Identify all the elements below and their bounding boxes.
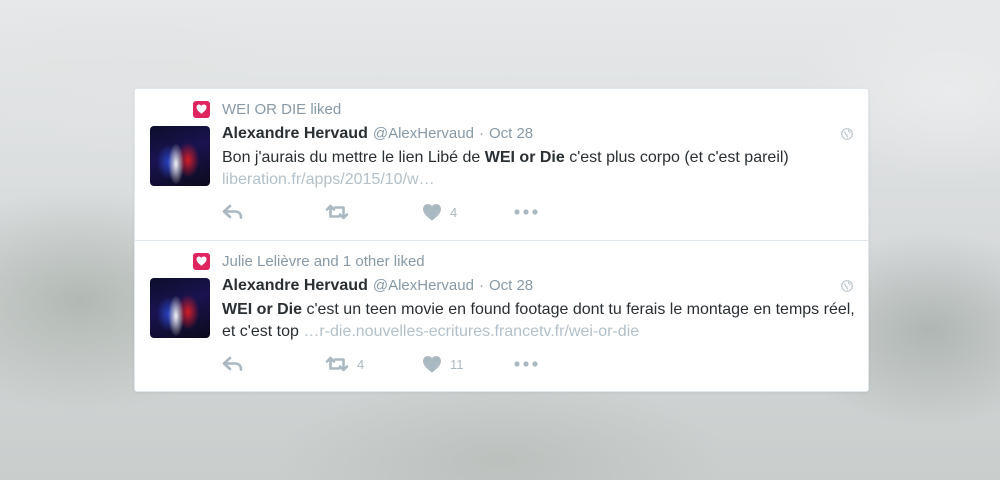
- tweet-actions: 4 11: [222, 354, 538, 374]
- tweet-date[interactable]: Oct 28: [489, 125, 533, 142]
- like-icon: [423, 355, 441, 373]
- reply-icon: [222, 356, 243, 371]
- like-count: 11: [450, 356, 464, 372]
- author-handle[interactable]: @AlexHervaud: [373, 277, 474, 294]
- avatar[interactable]: [150, 278, 210, 338]
- retweet-icon: [325, 356, 349, 372]
- tweet-actions: 4: [222, 202, 538, 222]
- avatar[interactable]: [150, 126, 210, 186]
- tweet-text-part: Bon j'aurais du mettre le lien Libé de: [222, 149, 485, 166]
- social-context: Julie Lelièvre and 1 other liked: [193, 252, 425, 270]
- more-button[interactable]: [514, 361, 538, 367]
- social-context-text[interactable]: WEI OR DIE liked: [222, 101, 341, 118]
- globe-icon: [841, 279, 853, 292]
- retweet-button[interactable]: [325, 204, 422, 220]
- tweet-item[interactable]: WEI OR DIE liked Alexandre Hervaud @Alex…: [135, 89, 868, 240]
- retweet-button[interactable]: 4: [325, 356, 422, 372]
- tweet-timeline: WEI OR DIE liked Alexandre Hervaud @Alex…: [134, 88, 869, 392]
- social-context: WEI OR DIE liked: [193, 100, 341, 118]
- retweet-count: 4: [357, 356, 365, 372]
- author-handle[interactable]: @AlexHervaud: [373, 125, 474, 142]
- tweet-date[interactable]: Oct 28: [489, 277, 533, 294]
- reply-button[interactable]: [222, 204, 325, 220]
- tweet-link[interactable]: …r-die.nouvelles-ecritures.francetv.fr/w…: [303, 323, 639, 340]
- retweet-icon: [325, 204, 349, 220]
- tweet-header: Alexandre Hervaud @AlexHervaud · Oct 28: [222, 125, 533, 145]
- globe-icon: [841, 127, 853, 140]
- like-count: 4: [450, 204, 458, 220]
- like-button[interactable]: 4: [422, 203, 514, 221]
- heart-icon: [193, 252, 210, 270]
- like-button[interactable]: 11: [422, 355, 514, 373]
- tweet-item[interactable]: Julie Lelièvre and 1 other liked Alexand…: [135, 240, 868, 391]
- separator-dot: ·: [478, 277, 484, 294]
- tweet-text: Bon j'aurais du mettre le lien Libé de W…: [222, 147, 857, 191]
- separator-dot: ·: [478, 125, 484, 142]
- author-name[interactable]: Alexandre Hervaud: [222, 125, 368, 143]
- reply-button[interactable]: [222, 356, 325, 372]
- tweet-text-bold: WEI or Die: [222, 301, 303, 318]
- author-name[interactable]: Alexandre Hervaud: [222, 277, 368, 295]
- tweet-text-part: c'est plus corpo (et c'est pareil): [564, 149, 789, 166]
- more-button[interactable]: [514, 209, 538, 215]
- tweet-text: WEI or Die c'est un teen movie en found …: [222, 299, 857, 343]
- tweet-link[interactable]: liberation.fr/apps/2015/10/w…: [222, 171, 435, 188]
- more-icon: [514, 209, 538, 215]
- more-icon: [514, 361, 538, 367]
- reply-icon: [222, 204, 243, 219]
- social-context-text[interactable]: Julie Lelièvre and 1 other liked: [222, 253, 425, 270]
- tweet-header: Alexandre Hervaud @AlexHervaud · Oct 28: [222, 277, 533, 297]
- heart-icon: [193, 100, 210, 118]
- tweet-text-bold: WEI or Die: [484, 149, 565, 166]
- like-icon: [423, 203, 441, 221]
